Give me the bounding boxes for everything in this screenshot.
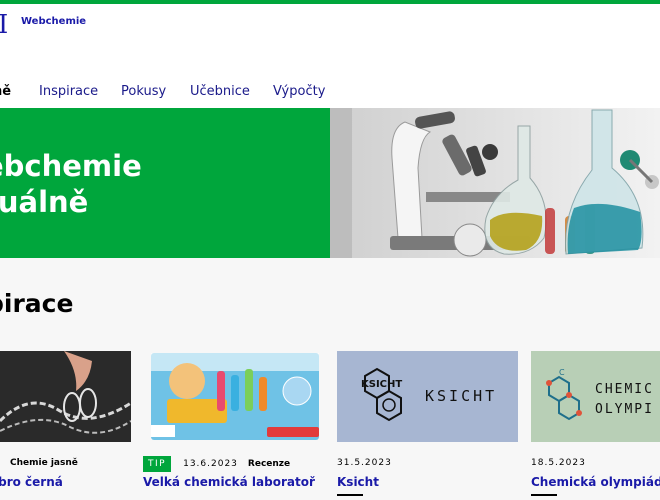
card-image-4[interactable]: C CHEMIC OLYMPI [531,351,660,442]
nav-item-ucebnice[interactable]: Učebnice [190,84,250,100]
site-header: I Webchemie ně Inspirace Pokusy Učebnice… [0,4,660,110]
ksicht-wordmark: KSICHT [425,387,497,405]
nav-item-inspirace[interactable]: Inspirace [39,84,98,100]
hero-banner[interactable]: ebchemie tuálně [0,108,330,258]
card-image-3[interactable]: KSICHT KSICHT [337,351,518,442]
card-date: 18.5.2023 [531,458,586,468]
nav-item-vypocty[interactable]: Výpočty [273,84,325,100]
card-title-1[interactable]: íbro černá [0,474,63,490]
silver-chain-photo [0,351,131,442]
chemistry-lab-kit-box [147,351,323,442]
olympiad-wordmark-1: CHEMIC [595,382,654,397]
card-date: 13.6.2023 [183,459,238,469]
card-title-2[interactable]: Velká chemická laboratoř [143,474,315,490]
tip-badge[interactable]: TIP [143,456,172,472]
chem-olympiad-logo-image: C CHEMIC OLYMPI [531,351,660,442]
card-category[interactable]: Recenze [248,459,290,469]
card-title-3[interactable]: Ksicht [337,474,379,490]
hero-image [330,108,660,258]
card-underline-4 [531,494,557,496]
nav-item-home[interactable]: ně [0,84,11,100]
hero-title: ebchemie tuálně [0,149,142,219]
lab-equipment-illustration [330,108,660,258]
card-image-1[interactable] [0,351,131,442]
card-underline-3 [337,494,363,496]
section-title: pirace [0,289,74,318]
brand-name[interactable]: Webchemie [21,16,86,27]
logo[interactable]: I [0,10,8,40]
card-meta-3: 31.5.2023 [337,456,392,470]
card-meta-2: TIP 13.6.2023 Recenze [143,456,290,472]
olympiad-logo-letter: C [559,368,565,377]
card-meta-1: Chemie jasně [0,456,78,470]
card-date: 31.5.2023 [337,458,392,468]
ksicht-logo-text: KSICHT [361,379,402,390]
card-meta-4: 18.5.2023 [531,456,586,470]
card-image-2[interactable] [147,351,323,442]
card-title-4[interactable]: Chemická olympiáda [531,474,660,490]
olympiad-wordmark-2: OLYMPI [595,402,654,417]
nav-item-pokusy[interactable]: Pokusy [121,84,166,100]
card-category[interactable]: Chemie jasně [10,458,78,468]
ksicht-logo-image: KSICHT KSICHT [337,351,518,442]
